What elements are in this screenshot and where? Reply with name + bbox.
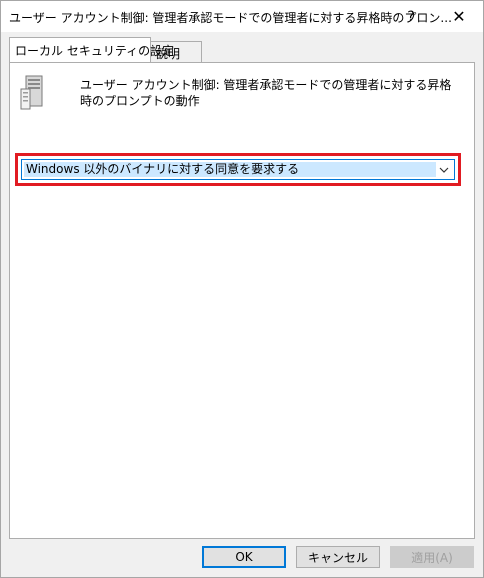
ok-button[interactable]: OK <box>202 546 286 568</box>
tab-local-security-setting[interactable]: ローカル セキュリティの設定 <box>9 37 174 62</box>
help-button[interactable]: ? <box>389 1 433 32</box>
server-policy-icon <box>20 75 43 110</box>
close-button[interactable]: ✕ <box>437 1 481 32</box>
policy-properties-dialog: ユーザー アカウント制御: 管理者承認モードでの管理者に対する昇格時のプロン..… <box>0 0 484 578</box>
dropdown-selected-value: Windows 以外のバイナリに対する同意を要求する <box>24 162 436 177</box>
cancel-button[interactable]: キャンセル <box>296 546 380 568</box>
settings-panel: ユーザー アカウント制御: 管理者承認モードでの管理者に対する昇格時のプロンプト… <box>9 62 475 539</box>
highlight-box: Windows 以外のバイナリに対する同意を要求する <box>15 153 461 186</box>
policy-description: ユーザー アカウント制御: 管理者承認モードでの管理者に対する昇格時のプロンプト… <box>80 78 452 108</box>
title-bar: ユーザー アカウント制御: 管理者承認モードでの管理者に対する昇格時のプロン..… <box>1 1 483 32</box>
chevron-down-icon[interactable] <box>436 161 452 178</box>
apply-button[interactable]: 適用(A) <box>390 546 474 568</box>
behavior-dropdown[interactable]: Windows 以外のバイナリに対する同意を要求する <box>21 159 455 180</box>
window-title: ユーザー アカウント制御: 管理者承認モードでの管理者に対する昇格時のプロン..… <box>9 11 452 25</box>
